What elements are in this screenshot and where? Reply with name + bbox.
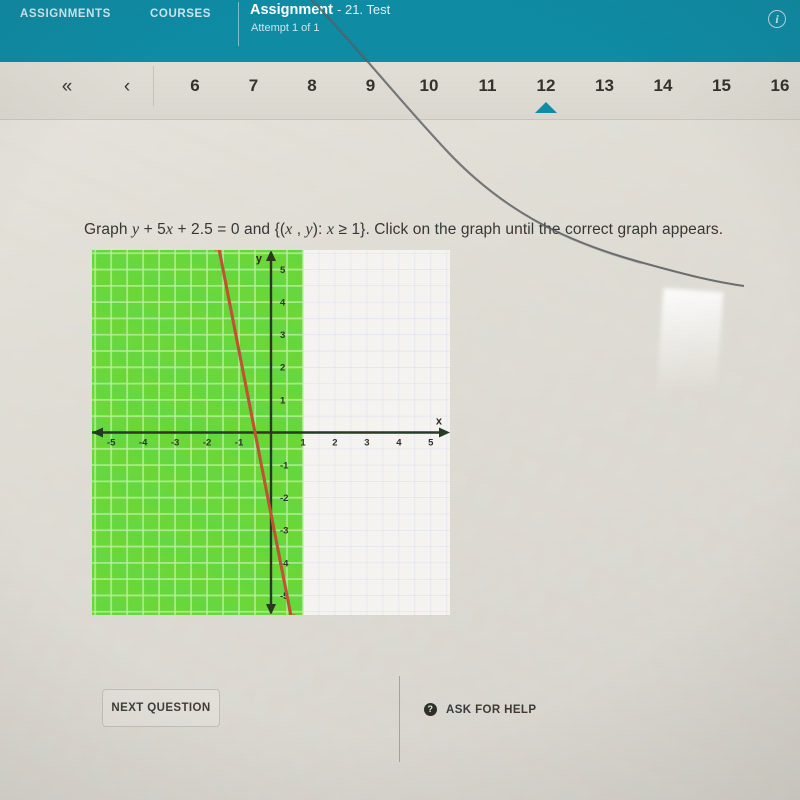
q-eq-rest: + 2.5 = 0 and {( xyxy=(173,221,286,238)
q-suffix: Click on the graph until the correct gra… xyxy=(374,221,724,238)
assignment-title: Assignment - 21. Test xyxy=(250,2,390,18)
q-set-tail: ): xyxy=(312,221,327,238)
pager-active-indicator xyxy=(535,102,557,113)
screen-surface: ASSIGNMENTS COURSES Assignment - 21. Tes… xyxy=(0,0,800,800)
q-set-comma: , xyxy=(292,221,306,238)
q-set-x2: x xyxy=(326,221,335,238)
x-tick--4: -4 xyxy=(139,438,148,449)
pager-divider xyxy=(153,66,154,106)
nav-courses[interactable]: COURSES xyxy=(150,8,211,20)
x-tick-1: 1 xyxy=(300,438,306,449)
pager-page-7[interactable]: 7 xyxy=(237,76,271,96)
x-tick--2: -2 xyxy=(203,438,211,449)
attempt-status: Attempt 1 of 1 xyxy=(251,22,320,34)
y-tick-4: 4 xyxy=(280,298,286,309)
next-question-button[interactable]: NEXT QUESTION xyxy=(102,689,220,727)
pager-page-13[interactable]: 13 xyxy=(588,76,622,96)
q-set-y: y xyxy=(305,221,313,238)
header-divider xyxy=(238,2,239,46)
y-tick-1: 1 xyxy=(280,395,286,406)
y-tick--2: -2 xyxy=(280,493,288,504)
y-axis-label: y xyxy=(256,253,263,265)
y-tick--1: -1 xyxy=(280,460,289,471)
x-axis-label: x xyxy=(436,416,443,428)
coordinate-graph[interactable]: -5 -4 -3 -2 -1 1 2 3 4 5 5 4 3 2 1 -1 -2 -3 -4 -5 x y xyxy=(92,250,450,615)
pager-page-15[interactable]: 15 xyxy=(705,76,739,96)
footer-divider xyxy=(399,676,400,762)
y-tick-3: 3 xyxy=(280,330,285,341)
x-tick-3: 3 xyxy=(364,438,369,449)
ask-for-help-label: ASK FOR HELP xyxy=(446,704,537,716)
question-pager: « ‹ 6 7 8 9 10 11 12 13 14 15 16 xyxy=(0,62,800,120)
assignment-name: - 21. Test xyxy=(337,2,391,17)
assignment-label: Assignment xyxy=(250,2,333,18)
x-tick-2: 2 xyxy=(332,438,337,449)
x-tick-5: 5 xyxy=(428,438,434,449)
y-tick--3: -3 xyxy=(280,526,288,537)
x-tick--5: -5 xyxy=(107,438,116,449)
pager-prev-button[interactable]: ‹ xyxy=(110,76,144,98)
info-icon[interactable]: i xyxy=(768,10,786,28)
pager-page-16[interactable]: 16 xyxy=(763,76,797,96)
pager-page-9[interactable]: 9 xyxy=(354,76,388,96)
screen-glare-artifact xyxy=(656,288,724,392)
graph-svg[interactable]: -5 -4 -3 -2 -1 1 2 3 4 554321-1-2-3-4-5xy xyxy=(92,250,450,615)
pager-page-6[interactable]: 6 xyxy=(178,76,212,96)
question-prompt: Graph y + 5x + 2.5 = 0 and {(x , y): x ≥… xyxy=(84,221,800,239)
question-mark-icon: ? xyxy=(424,703,437,716)
q-var-x: x xyxy=(165,221,174,238)
pager-page-10[interactable]: 10 xyxy=(412,76,446,96)
q-plus: + 5 xyxy=(139,221,166,238)
q-set-cond: ≥ 1}. xyxy=(334,221,375,238)
x-tick-4: 4 xyxy=(396,438,402,449)
pager-page-11[interactable]: 11 xyxy=(471,76,505,96)
pager-page-14[interactable]: 14 xyxy=(646,76,680,96)
pager-first-button[interactable]: « xyxy=(50,76,84,98)
q-prefix: Graph xyxy=(84,221,132,238)
pager-page-8[interactable]: 8 xyxy=(295,76,329,96)
x-tick--3: -3 xyxy=(171,438,179,449)
y-tick-2: 2 xyxy=(280,363,285,374)
x-tick--1: -1 xyxy=(235,438,244,449)
top-navigation-bar: ASSIGNMENTS COURSES Assignment - 21. Tes… xyxy=(0,0,800,62)
ask-for-help-button[interactable]: ? ASK FOR HELP xyxy=(424,703,536,716)
pager-page-12[interactable]: 12 xyxy=(529,76,563,96)
nav-assignments[interactable]: ASSIGNMENTS xyxy=(20,8,111,20)
y-tick-5: 5 xyxy=(280,265,286,276)
